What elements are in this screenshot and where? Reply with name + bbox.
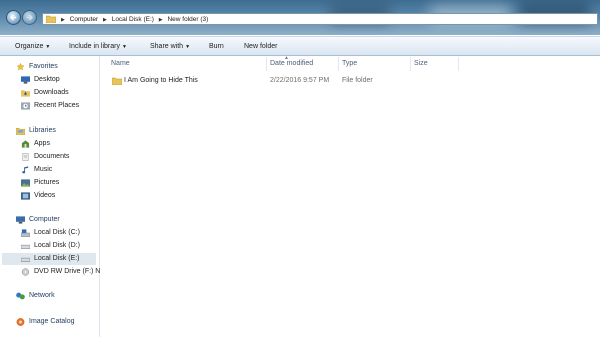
column-header-date-modified[interactable]: Date modified (270, 60, 313, 67)
include-in-library-label: Include in library (69, 43, 120, 50)
nav-computer-label: Computer (29, 216, 60, 223)
include-in-library-button[interactable]: Include in library ▼ (69, 42, 127, 52)
file-name: I Am Going to Hide This (124, 77, 198, 84)
nav-item-documents-label: Documents (34, 153, 70, 160)
file-type: File folder (342, 77, 373, 84)
folder-icon (46, 15, 56, 23)
pictures-icon (21, 179, 30, 187)
nav-item-local-disk-c[interactable]: Local Disk (C:) (21, 227, 96, 239)
nav-item-documents[interactable]: Documents (21, 151, 96, 163)
nav-item-apps-label: Apps (34, 140, 50, 147)
breadcrumb-new-folder-3[interactable]: New folder (3) (167, 16, 208, 23)
nav-favorites-label: Favorites (29, 63, 58, 70)
nav-item-pictures-label: Pictures (34, 179, 60, 186)
nav-image-catalog[interactable]: Image Catalog (16, 316, 96, 328)
breadcrumb-local-disk-e[interactable]: Local Disk (E:) (112, 16, 154, 23)
organize-label: Organize (15, 43, 44, 50)
address-bar[interactable]: ▶ Computer ▶ Local Disk (E:) ▶ New folde… (42, 13, 598, 25)
dvd-drive-icon (21, 268, 30, 276)
nav-item-local-disk-c-label: Local Disk (C:) (34, 229, 80, 236)
column-header-name[interactable]: Name (111, 60, 130, 67)
nav-item-videos-label: Videos (34, 192, 56, 199)
share-with-label: Share with (150, 43, 184, 50)
nav-item-local-disk-e[interactable]: Local Disk (E:) (2, 253, 96, 265)
chevron-right-icon[interactable]: ▶ (103, 17, 107, 23)
hard-drive-icon (21, 244, 30, 249)
breadcrumb-computer[interactable]: Computer (70, 16, 99, 23)
recent-places-icon (21, 102, 30, 110)
documents-icon (22, 153, 29, 161)
column-header-type[interactable]: Type (342, 60, 357, 67)
navigation-pane: Favorites Desktop Downloads Recent Place… (0, 56, 100, 337)
libraries-icon (16, 128, 25, 135)
column-divider[interactable] (338, 57, 339, 71)
videos-icon (21, 192, 30, 200)
column-header-row: ▲ Name Date modified Type Size (101, 55, 600, 72)
nav-favorites[interactable]: Favorites (16, 61, 96, 73)
nav-item-recent-places[interactable]: Recent Places (21, 100, 96, 112)
nav-computer[interactable]: Computer (16, 214, 96, 226)
nav-item-downloads-label: Downloads (34, 89, 69, 96)
nav-item-apps[interactable]: Apps (21, 138, 96, 150)
downloads-icon (21, 90, 30, 97)
caret-down-icon: ▼ (121, 44, 127, 50)
window-titlebar: ▶ Computer ▶ Local Disk (E:) ▶ New folde… (0, 0, 600, 35)
back-button[interactable] (6, 10, 21, 25)
nav-network-label: Network (29, 292, 55, 299)
file-date-modified: 2/22/2016 9:57 PM (270, 77, 330, 84)
system-drive-icon (21, 229, 30, 237)
nav-item-music[interactable]: Music (21, 164, 96, 176)
music-icon (22, 166, 29, 174)
column-divider[interactable] (266, 57, 267, 71)
nav-libraries[interactable]: Libraries (16, 125, 96, 137)
nav-item-downloads[interactable]: Downloads (21, 87, 96, 99)
arrow-right-icon (27, 14, 34, 21)
desktop-icon (21, 76, 30, 84)
nav-item-local-disk-d[interactable]: Local Disk (D:) (21, 240, 96, 252)
nav-item-dvd-drive[interactable]: DVD RW Drive (F:) N (21, 266, 100, 278)
chevron-right-icon[interactable]: ▶ (61, 17, 65, 23)
nav-item-local-disk-e-label: Local Disk (E:) (34, 255, 80, 262)
nav-item-dvd-drive-label: DVD RW Drive (F:) N (34, 268, 100, 275)
column-divider[interactable] (410, 57, 411, 71)
nav-libraries-label: Libraries (29, 127, 56, 134)
nav-item-desktop-label: Desktop (34, 76, 60, 83)
arrow-left-icon (9, 14, 16, 21)
nav-item-music-label: Music (34, 166, 53, 173)
hard-drive-icon (21, 257, 30, 262)
forward-button[interactable] (22, 10, 37, 25)
apps-icon (21, 140, 30, 148)
nav-network[interactable]: Network (16, 290, 96, 302)
nav-image-catalog-label: Image Catalog (29, 318, 75, 325)
command-bar: Organize ▼ Include in library ▼ Share with… (0, 36, 600, 56)
nav-item-local-disk-d-label: Local Disk (D:) (34, 242, 80, 249)
image-catalog-icon (16, 318, 25, 326)
nav-item-desktop[interactable]: Desktop (21, 74, 96, 86)
column-header-size[interactable]: Size (414, 60, 428, 67)
folder-icon (112, 77, 122, 85)
new-folder-button[interactable]: New folder (244, 42, 277, 51)
share-with-button[interactable]: Share with ▼ (150, 42, 190, 52)
caret-down-icon: ▼ (185, 44, 191, 50)
burn-button[interactable]: Burn (209, 42, 224, 51)
file-list-item[interactable]: I Am Going to Hide This 2/22/2016 9:57 P… (101, 75, 491, 87)
computer-icon (16, 216, 25, 224)
network-icon (16, 292, 25, 300)
nav-item-videos[interactable]: Videos (21, 190, 96, 202)
organize-menu-button[interactable]: Organize ▼ (15, 42, 50, 52)
caret-down-icon: ▼ (45, 44, 51, 50)
star-icon (16, 63, 25, 71)
nav-item-recent-places-label: Recent Places (34, 102, 80, 109)
chevron-right-icon[interactable]: ▶ (159, 17, 163, 23)
nav-item-pictures[interactable]: Pictures (21, 177, 96, 189)
column-divider[interactable] (458, 57, 459, 71)
breadcrumb: ▶ Computer ▶ Local Disk (E:) ▶ New folde… (61, 15, 211, 25)
